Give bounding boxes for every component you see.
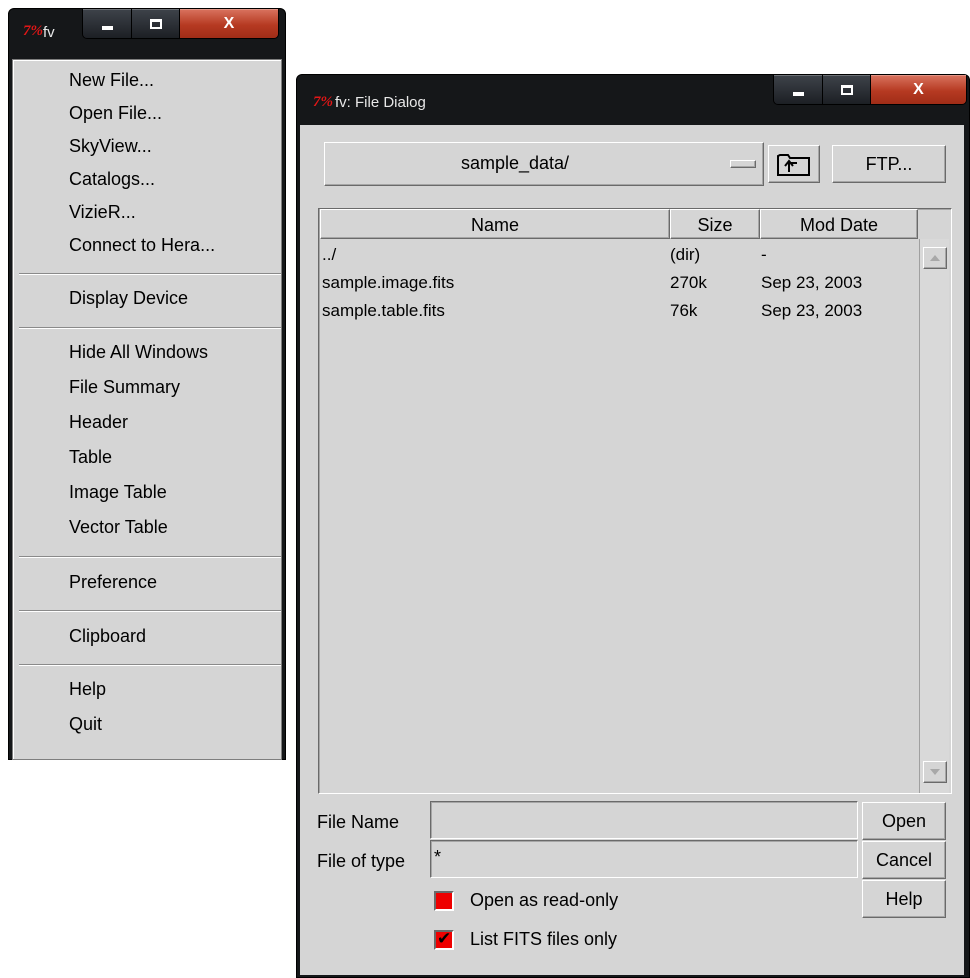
vertical-scrollbar[interactable] xyxy=(919,239,949,793)
menu-item-connect-hera[interactable]: Connect to Hera... xyxy=(69,234,215,256)
menu-item-image-table[interactable]: Image Table xyxy=(69,481,167,503)
dialog-body: sample_data/ FTP... Name Size Mod Date .… xyxy=(300,125,964,975)
scroll-down-button[interactable] xyxy=(923,761,947,783)
close-button[interactable]: X xyxy=(179,9,278,38)
minimize-icon xyxy=(101,25,113,30)
option-menu-indicator-icon xyxy=(730,160,756,168)
maximize-icon xyxy=(840,84,853,95)
main-window-controls: X xyxy=(82,9,279,39)
close-icon: X xyxy=(913,80,924,98)
minimize-button[interactable] xyxy=(774,75,822,104)
menu-item-help[interactable]: Help xyxy=(69,678,106,700)
scroll-up-button[interactable] xyxy=(923,247,947,269)
menu-item-preference[interactable]: Preference xyxy=(69,571,157,593)
menu-item-catalogs[interactable]: Catalogs... xyxy=(69,168,155,190)
menu-separator xyxy=(19,556,281,558)
fv-main-window: 7% fv X New File... Open File... SkyView… xyxy=(8,8,286,760)
maximize-icon xyxy=(149,18,162,29)
column-header-name-label: Name xyxy=(470,215,519,235)
readonly-label: Open as read-only xyxy=(470,890,619,910)
tk-logo-icon: 7% xyxy=(23,23,43,39)
ftp-button-label: FTP... xyxy=(865,154,913,174)
file-name-cell: sample.table.fits xyxy=(322,301,445,320)
menu-item-file-summary[interactable]: File Summary xyxy=(69,376,180,398)
menu-item-hide-all-windows[interactable]: Hide All Windows xyxy=(69,341,208,363)
menu-separator xyxy=(19,327,281,329)
file-date-cell: Sep 23, 2003 xyxy=(761,301,863,320)
open-button-label: Open xyxy=(881,811,927,831)
minimize-icon xyxy=(792,91,804,96)
checkmark-icon: ✔ xyxy=(437,929,452,948)
fits-only-option[interactable]: ✔ List FITS files only xyxy=(434,928,734,954)
column-header-date-label: Mod Date xyxy=(799,215,879,235)
cancel-button[interactable]: Cancel xyxy=(862,841,946,879)
parent-folder-button[interactable] xyxy=(768,145,820,183)
scroll-up-arrow-icon xyxy=(930,255,940,261)
fits-only-checkbox[interactable]: ✔ xyxy=(434,929,454,950)
menu-item-table[interactable]: Table xyxy=(69,446,112,468)
menu-item-quit[interactable]: Quit xyxy=(69,713,102,735)
column-header-date[interactable]: Mod Date xyxy=(760,209,918,239)
dialog-window-controls: X xyxy=(773,75,967,105)
cancel-button-label: Cancel xyxy=(875,850,933,870)
menu-item-clipboard[interactable]: Clipboard xyxy=(69,625,146,647)
main-titlebar[interactable]: 7% fv X xyxy=(9,9,285,59)
file-list: Name Size Mod Date ../ (dir) - sample.im… xyxy=(318,208,952,794)
menu-separator xyxy=(19,273,281,275)
help-button[interactable]: Help xyxy=(862,880,946,918)
file-date-cell: - xyxy=(761,245,767,264)
open-button[interactable]: Open xyxy=(862,802,946,840)
dialog-title: fv: File Dialog xyxy=(335,94,426,111)
file-size-cell: 76k xyxy=(670,301,698,320)
menu-separator xyxy=(19,610,281,612)
menu-separator xyxy=(19,664,281,666)
menu-item-display-device[interactable]: Display Device xyxy=(69,287,188,309)
maximize-button[interactable] xyxy=(131,9,179,38)
dialog-titlebar[interactable]: 7% fv: File Dialog X xyxy=(297,75,969,125)
column-header-size-label: Size xyxy=(697,215,733,235)
directory-value: sample_data/ xyxy=(460,153,570,173)
maximize-button[interactable] xyxy=(822,75,870,104)
file-name-input[interactable] xyxy=(430,801,858,839)
fits-only-label: List FITS files only xyxy=(470,929,618,949)
help-button-label: Help xyxy=(885,889,923,909)
file-date-cell: Sep 23, 2003 xyxy=(761,273,863,292)
scroll-down-arrow-icon xyxy=(930,769,940,775)
folder-up-icon xyxy=(777,154,810,176)
directory-menu[interactable]: sample_data/ xyxy=(324,142,764,186)
main-window-title: fv xyxy=(43,24,55,41)
file-dialog-window: 7% fv: File Dialog X sample_data/ FTP...… xyxy=(296,74,970,978)
file-name-cell: sample.image.fits xyxy=(322,273,455,292)
close-icon: X xyxy=(223,14,235,32)
file-name-label: File Name xyxy=(317,812,400,832)
menu-item-skyview[interactable]: SkyView... xyxy=(69,135,152,157)
file-size-cell: 270k xyxy=(670,273,707,292)
column-header-name[interactable]: Name xyxy=(320,209,670,239)
main-menu: New File... Open File... SkyView... Cata… xyxy=(12,59,282,760)
file-name-cell: ../ xyxy=(322,245,337,264)
tk-logo-icon: 7% xyxy=(313,94,333,110)
minimize-button[interactable] xyxy=(83,9,131,38)
file-size-cell: (dir) xyxy=(670,245,701,264)
menu-item-vector-table[interactable]: Vector Table xyxy=(69,516,168,538)
menu-item-header[interactable]: Header xyxy=(69,411,128,433)
readonly-option[interactable]: Open as read-only xyxy=(434,889,734,915)
file-type-input[interactable]: * xyxy=(430,840,858,878)
readonly-checkbox[interactable] xyxy=(434,891,454,911)
column-header-size[interactable]: Size xyxy=(670,209,760,239)
ftp-button[interactable]: FTP... xyxy=(832,145,946,183)
file-type-label: File of type xyxy=(317,851,406,871)
menu-item-open-file[interactable]: Open File... xyxy=(69,102,162,124)
close-button[interactable]: X xyxy=(870,75,966,104)
file-type-input-value: * xyxy=(434,847,442,867)
menu-item-new-file[interactable]: New File... xyxy=(69,69,154,91)
menu-item-vizier[interactable]: VizieR... xyxy=(69,201,136,223)
